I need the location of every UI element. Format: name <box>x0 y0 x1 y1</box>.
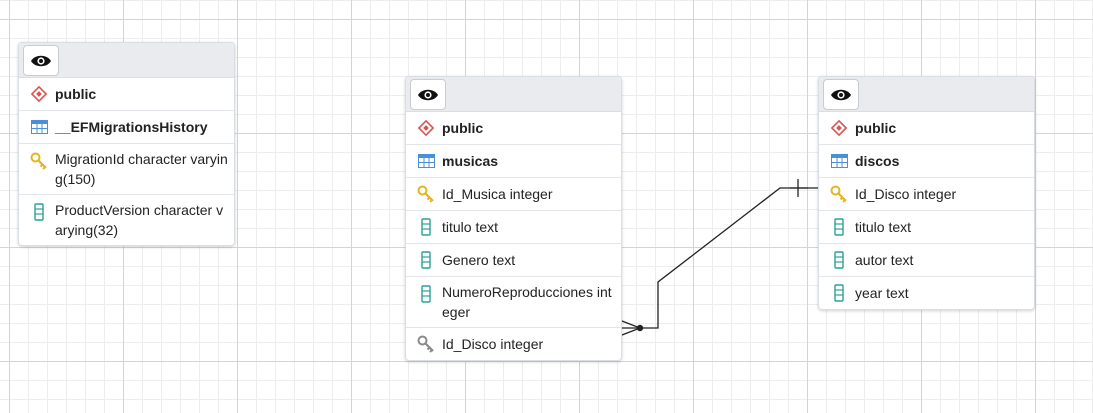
toggle-visibility-button[interactable] <box>23 45 59 76</box>
schema-row: public <box>19 78 234 111</box>
toggle-visibility-button[interactable] <box>823 79 859 110</box>
column-label: Id_Disco integer <box>855 186 957 202</box>
schema-name: public <box>442 120 484 136</box>
column-label: ProductVersion character varying(32) <box>55 202 224 238</box>
primary-key-icon <box>30 152 47 170</box>
column-icon <box>34 203 44 221</box>
schema-row: public <box>406 112 621 145</box>
column-row[interactable]: Id_Musica integer <box>406 178 621 211</box>
table-name: __EFMigrationsHistory <box>55 119 208 135</box>
primary-key-icon <box>830 185 847 203</box>
schema-name: public <box>855 120 897 136</box>
column-icon <box>421 218 431 236</box>
column-label: Id_Musica integer <box>442 186 553 202</box>
table-name-row: musicas <box>406 145 621 178</box>
column-row[interactable]: Id_Disco integer <box>406 328 621 360</box>
column-row[interactable]: autor text <box>819 244 1034 277</box>
column-icon <box>834 284 844 302</box>
table-node-discos[interactable]: public discos Id_Disco integer titulo te… <box>818 76 1035 310</box>
schema-name: public <box>55 86 97 102</box>
table-name: musicas <box>442 153 499 169</box>
column-row[interactable]: ProductVersion character varying(32) <box>19 195 234 245</box>
table-header <box>406 77 621 112</box>
table-node-musicas[interactable]: public musicas Id_Musica integer titulo … <box>405 76 622 361</box>
column-icon <box>834 251 844 269</box>
column-row[interactable]: titulo text <box>819 211 1034 244</box>
table-icon <box>30 120 48 134</box>
column-row[interactable]: MigrationId character varying(150) <box>19 144 234 195</box>
schema-icon <box>831 120 847 136</box>
schema-icon <box>418 120 434 136</box>
column-row[interactable]: NumeroReproducciones integer <box>406 277 621 328</box>
eye-icon <box>418 89 438 100</box>
eye-icon <box>31 55 51 66</box>
column-label: titulo text <box>442 219 499 235</box>
column-label: year text <box>855 285 909 301</box>
table-node-efmigrationshistory[interactable]: public __EFMigrationsHistory MigrationId… <box>18 42 235 246</box>
column-label: MigrationId character varying(150) <box>55 151 228 187</box>
crow-foot-dot <box>636 324 644 332</box>
column-label: Genero text <box>442 252 516 268</box>
column-icon <box>834 218 844 236</box>
column-icon <box>421 285 431 303</box>
relationship-link[interactable] <box>621 179 818 336</box>
column-label: NumeroReproducciones integer <box>442 284 612 320</box>
column-row[interactable]: Id_Disco integer <box>819 178 1034 211</box>
table-icon <box>417 154 435 168</box>
column-row[interactable]: year text <box>819 277 1034 309</box>
schema-icon <box>31 86 47 102</box>
table-header <box>819 77 1034 112</box>
column-row[interactable]: Genero text <box>406 244 621 277</box>
column-icon <box>421 251 431 269</box>
relationship-line <box>622 187 818 329</box>
table-header <box>19 43 234 78</box>
table-name-row: __EFMigrationsHistory <box>19 111 234 144</box>
column-label: titulo text <box>855 219 912 235</box>
column-row[interactable]: titulo text <box>406 211 621 244</box>
table-name-row: discos <box>819 145 1034 178</box>
table-icon <box>830 154 848 168</box>
eye-icon <box>831 89 851 100</box>
toggle-visibility-button[interactable] <box>410 79 446 110</box>
column-label: autor text <box>855 252 914 268</box>
table-name: discos <box>855 153 900 169</box>
foreign-key-icon <box>417 335 434 353</box>
primary-key-icon <box>417 185 434 203</box>
column-label: Id_Disco integer <box>442 336 544 352</box>
schema-row: public <box>819 112 1034 145</box>
